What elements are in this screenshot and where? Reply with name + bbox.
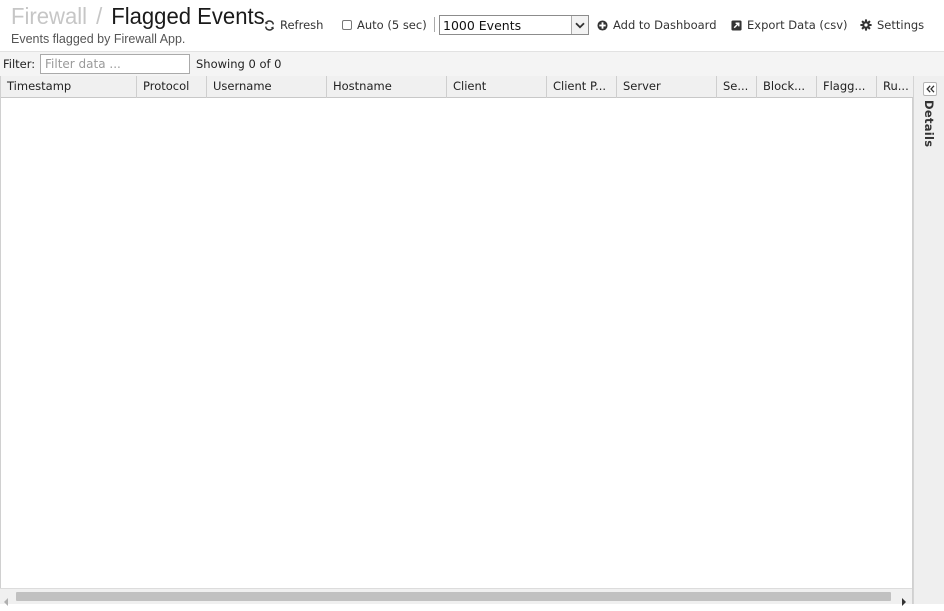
column-header-timestamp[interactable]: Timestamp — [1, 76, 137, 98]
refresh-icon — [264, 19, 275, 31]
export-csv-label: Export Data (csv) — [747, 18, 848, 32]
horizontal-scrollbar[interactable] — [0, 588, 912, 606]
details-panel-label[interactable]: Details — [922, 100, 936, 147]
column-header-username[interactable]: Username — [207, 76, 327, 98]
column-header-protocol[interactable]: Protocol — [137, 76, 207, 98]
refresh-label: Refresh — [280, 18, 324, 32]
grid-header: Timestamp Protocol Username Hostname Cli… — [1, 76, 913, 98]
details-panel[interactable]: Details — [913, 76, 944, 604]
toolbar-divider — [434, 17, 435, 32]
auto-refresh-label: Auto (5 sec) — [357, 18, 427, 32]
filter-bar: Filter: Showing 0 of 0 — [0, 52, 944, 76]
settings-label: Settings — [877, 18, 925, 32]
column-header-client-port[interactable]: Client P... — [547, 76, 617, 98]
add-to-dashboard-label: Add to Dashboard — [613, 18, 717, 32]
column-header-client[interactable]: Client — [447, 76, 547, 98]
grid-body — [1, 98, 913, 588]
scrollbar-thumb[interactable] — [16, 592, 891, 601]
column-header-hostname[interactable]: Hostname — [327, 76, 447, 98]
filter-input[interactable] — [40, 54, 190, 74]
page-subtitle: Events flagged by Firewall App. — [11, 32, 186, 46]
export-csv-button[interactable]: Export Data (csv) — [731, 16, 848, 34]
double-chevron-left-icon — [925, 85, 935, 93]
column-header-server-port[interactable]: Se... — [717, 76, 757, 98]
column-header-flagged[interactable]: Flagg... — [817, 76, 877, 98]
events-grid: Timestamp Protocol Username Hostname Cli… — [0, 76, 913, 604]
column-header-rule[interactable]: Ru... — [877, 76, 913, 98]
scroll-left-arrow-icon[interactable] — [2, 592, 10, 606]
filter-label: Filter: — [3, 57, 36, 71]
plus-circle-icon — [597, 19, 608, 31]
add-to-dashboard-button[interactable]: Add to Dashboard — [597, 16, 717, 34]
chevron-down-icon[interactable] — [571, 16, 588, 34]
row-count-status: Showing 0 of 0 — [196, 57, 282, 71]
scroll-right-arrow-icon[interactable] — [900, 592, 908, 606]
column-header-blocked[interactable]: Block... — [757, 76, 817, 98]
breadcrumb: Firewall / Flagged Events — [11, 3, 265, 30]
settings-button[interactable]: Settings — [860, 16, 924, 34]
page-header: Firewall / Flagged Events Events flagged… — [0, 0, 944, 52]
external-link-icon — [731, 19, 742, 31]
events-limit-select[interactable]: 1000 Events — [439, 15, 589, 35]
refresh-button[interactable]: Refresh — [264, 16, 323, 34]
auto-refresh-toggle[interactable]: Auto (5 sec) — [342, 16, 427, 34]
page-title: Flagged Events — [111, 3, 265, 29]
breadcrumb-parent-link[interactable]: Firewall — [11, 3, 87, 29]
expand-panel-button[interactable] — [923, 82, 937, 96]
column-header-server[interactable]: Server — [617, 76, 717, 98]
events-limit-value: 1000 Events — [443, 17, 522, 33]
gear-icon — [860, 19, 872, 31]
auto-refresh-checkbox[interactable] — [342, 20, 352, 30]
breadcrumb-separator: / — [96, 3, 103, 29]
